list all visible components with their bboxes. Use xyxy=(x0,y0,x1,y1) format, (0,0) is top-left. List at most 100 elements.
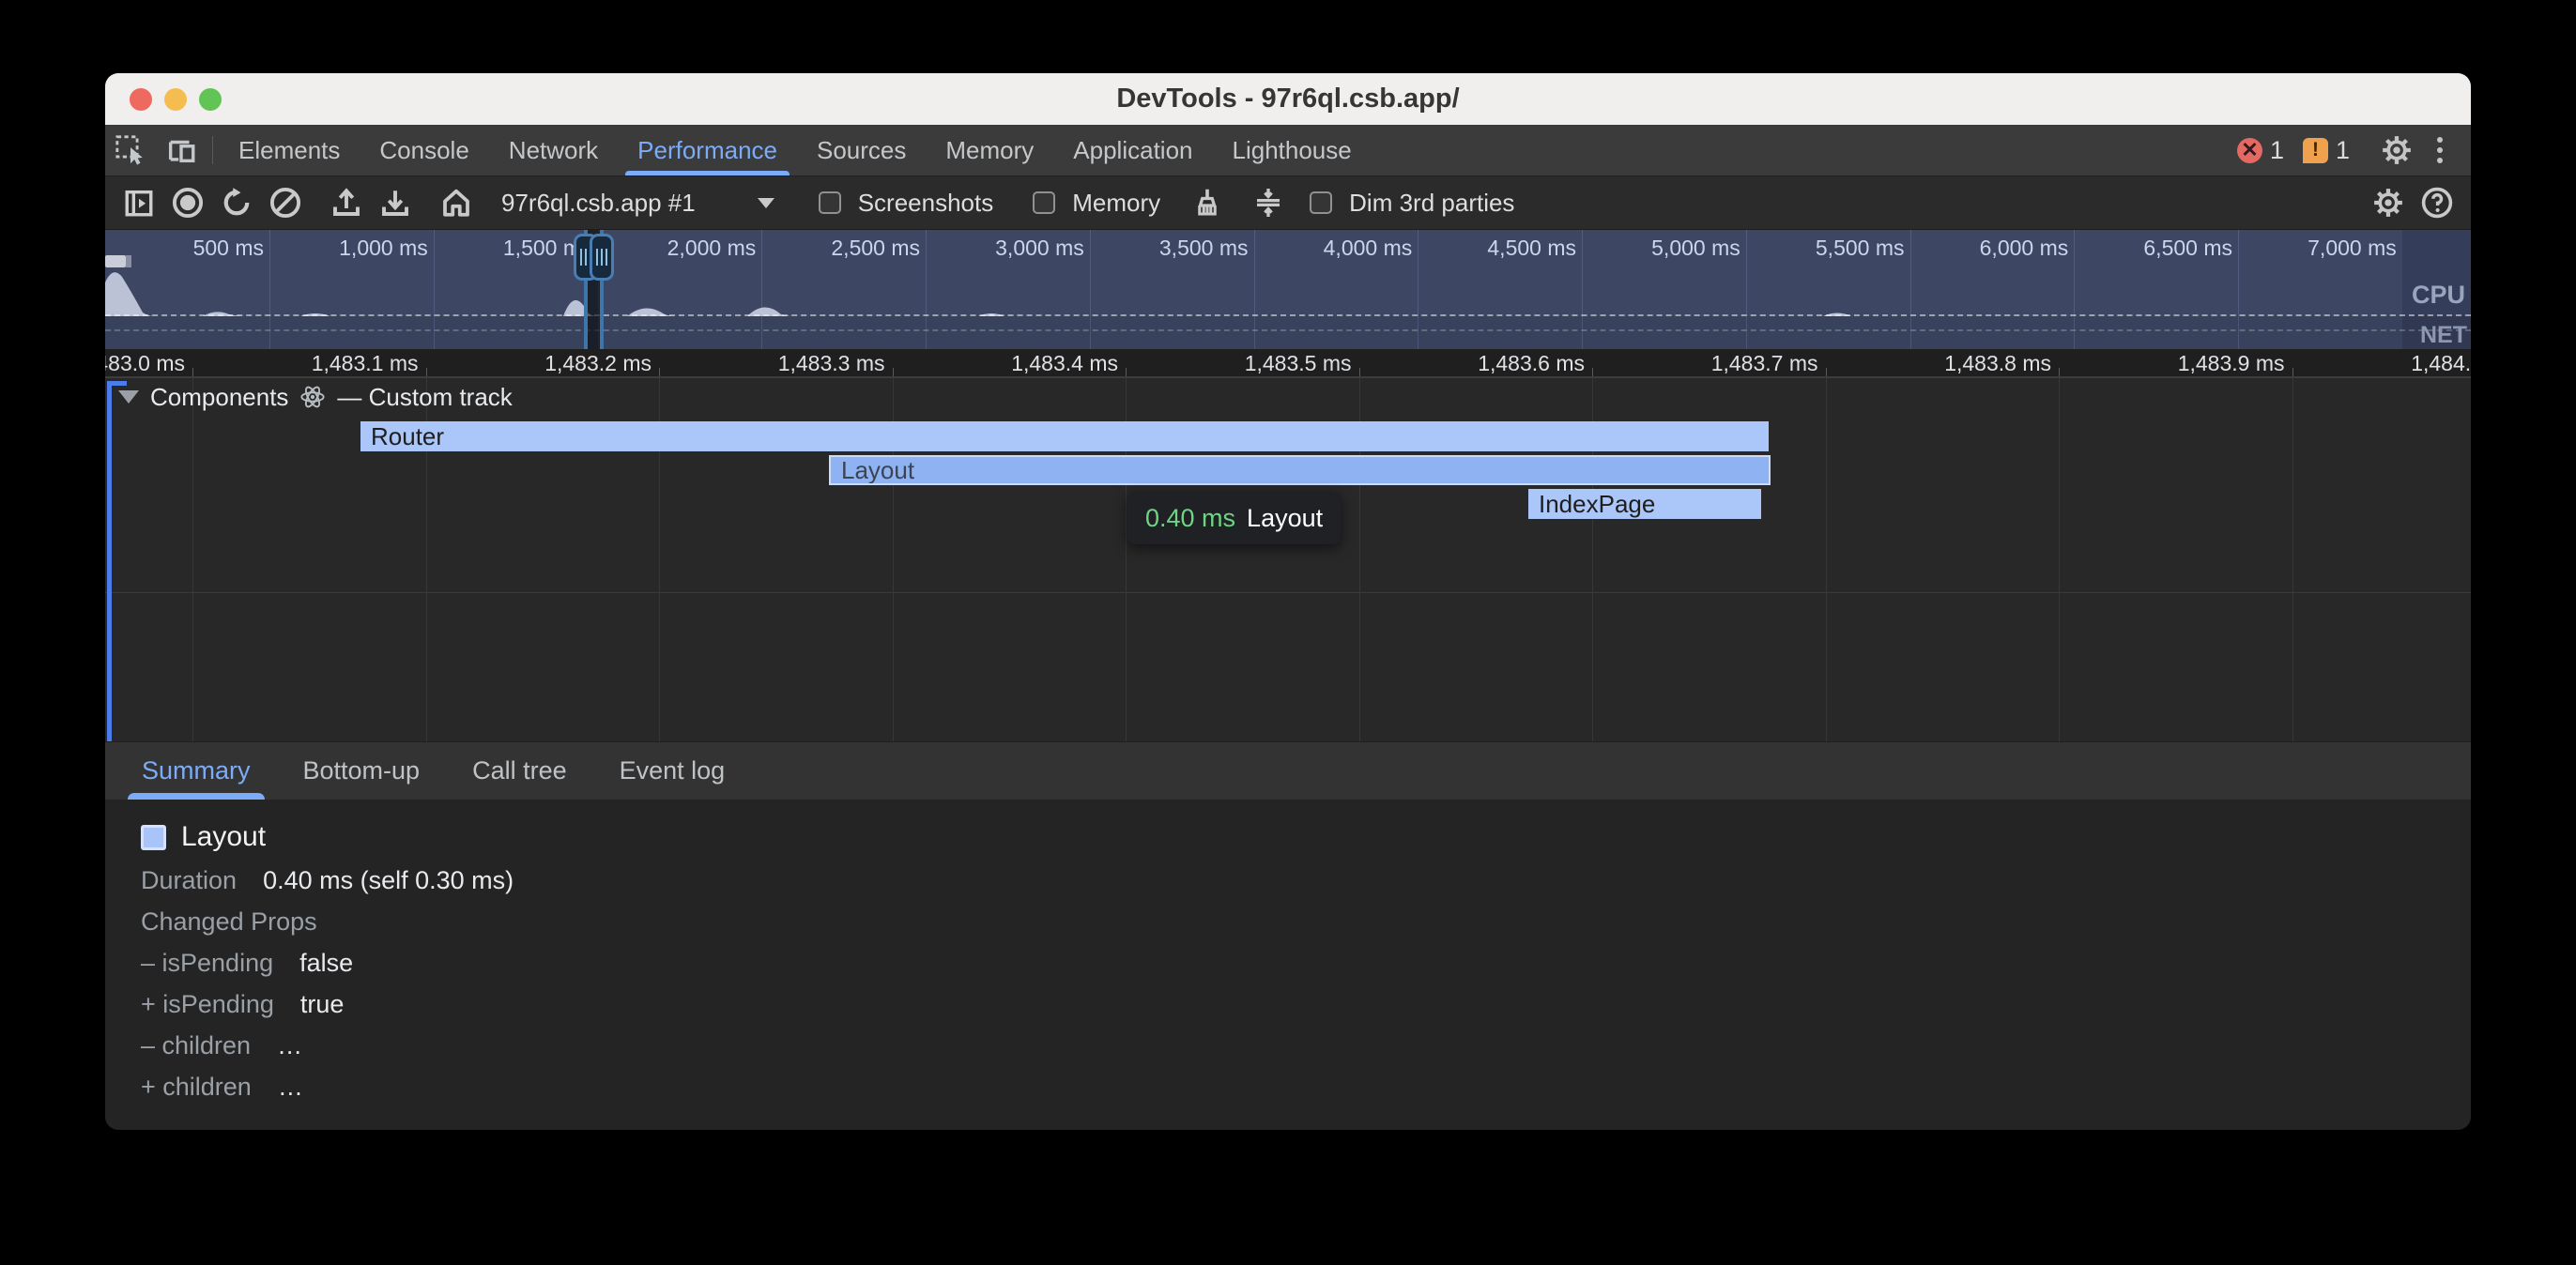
clear-button[interactable] xyxy=(261,182,310,223)
dim-3rd-parties-checkbox[interactable] xyxy=(1310,191,1332,214)
settings-button[interactable] xyxy=(2371,134,2422,166)
warning-count: 1 xyxy=(2336,136,2350,165)
cpu-baseline xyxy=(105,314,2471,316)
tab-application[interactable]: Application xyxy=(1053,125,1212,175)
minimize-window-button[interactable] xyxy=(164,88,187,111)
tooltip-label: Layout xyxy=(1247,504,1323,533)
chevron-down-icon xyxy=(118,390,139,404)
clear-icon xyxy=(268,186,302,220)
event-color-swatch xyxy=(141,825,166,850)
flame-chart[interactable]: Components — Custom track Router Layout … xyxy=(105,377,2471,741)
overview-ruler-label: 2,500 ms xyxy=(751,230,920,264)
warning-icon: ! xyxy=(2303,138,2328,163)
inspect-element-button[interactable] xyxy=(105,125,156,175)
summary-row-changed-props: Changed Props xyxy=(141,901,2471,942)
summary-row-children-new: + children … xyxy=(141,1066,2471,1107)
tab-summary[interactable]: Summary xyxy=(126,742,267,800)
details-tabbar: Summary Bottom-up Call tree Event log xyxy=(105,741,2471,800)
screenshots-checkbox[interactable] xyxy=(819,191,841,214)
tab-network[interactable]: Network xyxy=(489,125,618,175)
detail-ruler-label: 1,483.5 ms xyxy=(1115,349,1352,377)
tab-memory[interactable]: Memory xyxy=(926,125,1053,175)
device-toolbar-button[interactable] xyxy=(156,125,207,175)
close-window-button[interactable] xyxy=(130,88,152,111)
flame-event-layout[interactable]: Layout xyxy=(829,455,1771,485)
overview-ruler-label: 4,500 ms xyxy=(1407,230,1576,264)
overview-ruler-label: 5,500 ms xyxy=(1736,230,1905,264)
garbage-collect-icon xyxy=(1190,186,1224,220)
detail-ruler-label: 1,483.7 ms xyxy=(1582,349,1818,377)
load-profile-button[interactable] xyxy=(322,182,371,223)
event-tooltip: 0.40 ms Layout xyxy=(1127,492,1341,544)
detail-time-ruler[interactable]: 1,483.0 ms1,483.1 ms1,483.2 ms1,483.3 ms… xyxy=(105,349,2471,377)
collect-garbage-button[interactable] xyxy=(1183,182,1232,223)
home-button[interactable] xyxy=(432,182,481,223)
detail-ruler-label: 1,483.4 ms xyxy=(882,349,1118,377)
memory-checkbox[interactable] xyxy=(1033,191,1055,214)
devtools-tabbar: Elements Console Network Performance Sou… xyxy=(105,125,2471,176)
tab-performance[interactable]: Performance xyxy=(618,125,797,175)
track-title: Components xyxy=(150,383,288,412)
tab-console[interactable]: Console xyxy=(360,125,488,175)
collapse-sections-button[interactable] xyxy=(1244,182,1293,223)
record-button[interactable] xyxy=(163,182,212,223)
upload-icon xyxy=(330,186,363,220)
detail-ruler-label: 1,483.0 ms xyxy=(105,349,185,377)
gear-icon xyxy=(2381,134,2413,166)
error-badge[interactable]: ✕ 1 xyxy=(2237,136,2284,165)
collapse-icon xyxy=(1251,186,1285,220)
tab-event-log[interactable]: Event log xyxy=(604,742,742,800)
save-profile-button[interactable] xyxy=(371,182,420,223)
flame-event-router[interactable]: Router xyxy=(360,421,1769,451)
overview-ruler-label: 1,000 ms xyxy=(259,230,428,264)
target-selector-value: 97r6ql.csb.app #1 xyxy=(501,189,696,218)
zoom-window-button[interactable] xyxy=(199,88,222,111)
warning-badge[interactable]: ! 1 xyxy=(2303,136,2350,165)
tab-call-tree[interactable]: Call tree xyxy=(456,742,583,800)
window-title: DevTools - 97r6ql.csb.app/ xyxy=(105,84,2471,114)
dim-3rd-parties-label: Dim 3rd parties xyxy=(1349,189,1514,218)
summary-panel: Layout Duration 0.40 ms (self 0.30 ms) C… xyxy=(105,800,2471,1130)
panel-toggle-icon xyxy=(123,187,155,219)
tab-bottom-up[interactable]: Bottom-up xyxy=(287,742,437,800)
screenshots-label: Screenshots xyxy=(858,189,994,218)
track-header-components[interactable]: Components — Custom track xyxy=(118,378,513,416)
reload-icon xyxy=(220,186,253,220)
device-toolbar-icon xyxy=(165,134,197,166)
net-lane xyxy=(105,316,2471,349)
error-count: 1 xyxy=(2270,136,2284,165)
flame-gridline xyxy=(2059,378,2060,741)
divider xyxy=(212,136,213,164)
more-options-button[interactable] xyxy=(2422,137,2458,163)
help-icon xyxy=(2420,186,2454,220)
overview-ruler-label: 6,500 ms xyxy=(2063,230,2232,264)
record-reload-button[interactable] xyxy=(212,182,261,223)
flame-event-indexpage[interactable]: IndexPage xyxy=(1528,489,1761,519)
track-subtitle: — Custom track xyxy=(337,383,512,412)
flame-gridline xyxy=(192,378,193,741)
target-selector[interactable]: 97r6ql.csb.app #1 xyxy=(481,189,790,218)
devtools-window: DevTools - 97r6ql.csb.app/ Elements Cons… xyxy=(105,73,2471,1130)
track-bottom-divider xyxy=(105,592,2471,593)
tab-lighthouse[interactable]: Lighthouse xyxy=(1213,125,1372,175)
react-atom-icon xyxy=(299,384,326,410)
detail-ruler-label: 1,483.6 ms xyxy=(1348,349,1585,377)
detail-ruler-label: 1,483.3 ms xyxy=(649,349,885,377)
selection-right-handle[interactable] xyxy=(590,234,614,281)
dim-3rd-parties-toggle[interactable]: Dim 3rd parties xyxy=(1310,189,1520,218)
memory-toggle[interactable]: Memory xyxy=(1033,189,1166,218)
window-controls xyxy=(130,73,222,125)
tab-elements[interactable]: Elements xyxy=(219,125,360,175)
toggle-sidebar-button[interactable] xyxy=(115,182,163,223)
timeline-overview[interactable]: 500 ms1,000 ms1,500 ms2,000 ms2,500 ms3,… xyxy=(105,230,2471,349)
screenshots-toggle[interactable]: Screenshots xyxy=(819,189,1000,218)
overview-ruler-label: 1,500 ms xyxy=(423,230,592,264)
chevron-down-icon xyxy=(758,198,774,208)
tab-sources[interactable]: Sources xyxy=(797,125,926,175)
summary-row-duration: Duration 0.40 ms (self 0.30 ms) xyxy=(141,860,2471,901)
tooltip-duration: 0.40 ms xyxy=(1145,504,1235,533)
capture-settings-button[interactable] xyxy=(2364,182,2413,223)
error-icon: ✕ xyxy=(2237,138,2262,163)
gear-icon xyxy=(2372,187,2404,219)
help-button[interactable] xyxy=(2413,182,2461,223)
